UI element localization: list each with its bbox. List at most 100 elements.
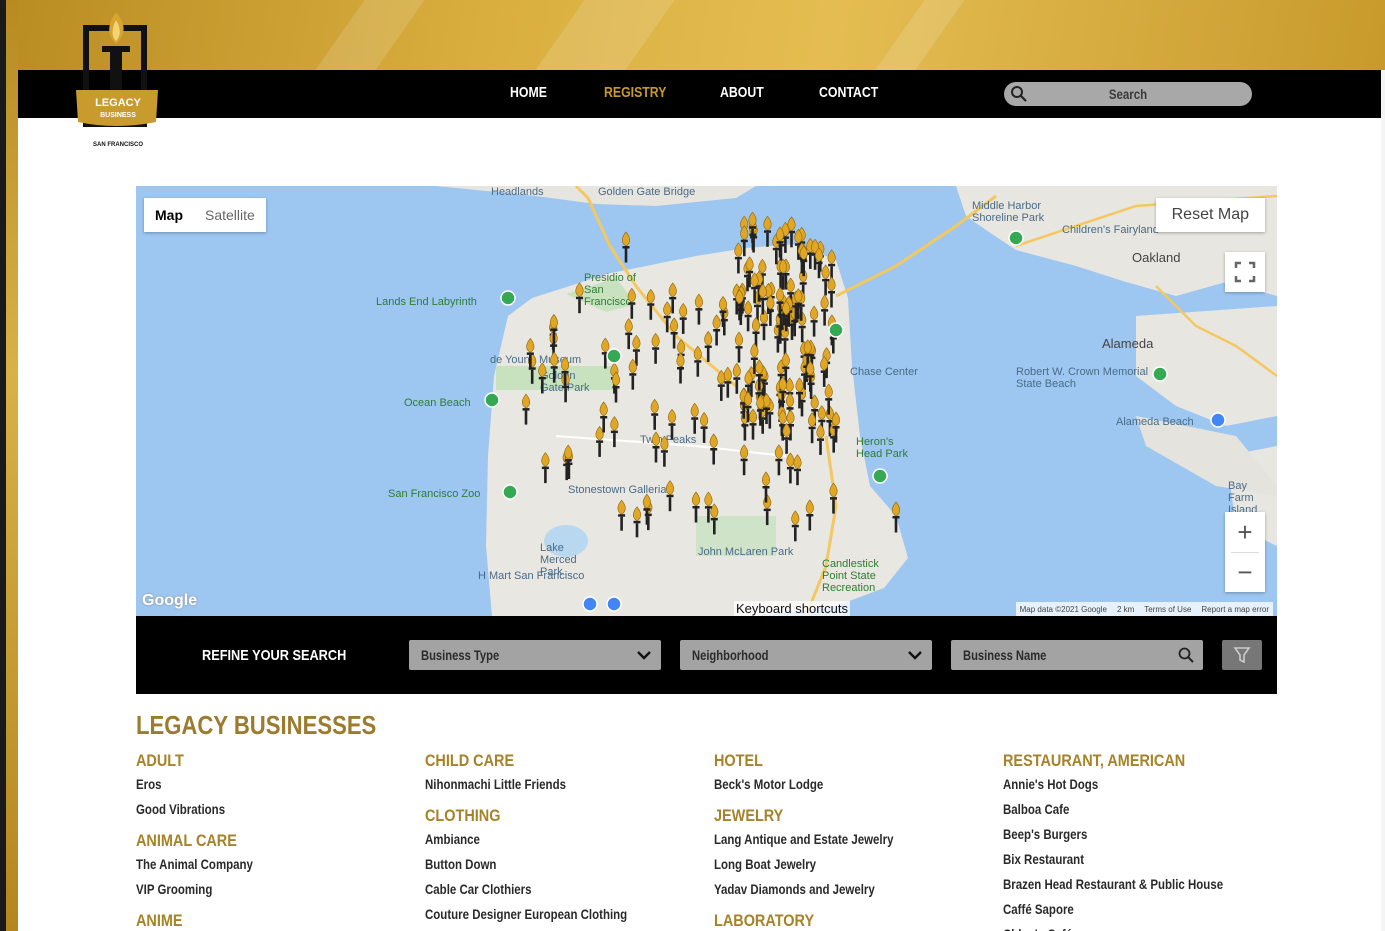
torch-marker-icon[interactable]: [744, 300, 753, 332]
torch-marker-icon[interactable]: [763, 215, 772, 247]
business-link[interactable]: Button Down: [425, 852, 655, 877]
category-title[interactable]: JEWELRY: [714, 805, 952, 827]
poi-pin-icon[interactable]: [500, 290, 516, 306]
torch-marker-icon[interactable]: [891, 501, 901, 533]
poi-pin-icon[interactable]: [606, 596, 622, 612]
business-link[interactable]: Good Vibrations: [136, 797, 366, 822]
torch-marker-icon[interactable]: [808, 412, 817, 444]
torch-marker-icon[interactable]: [595, 425, 604, 457]
torch-marker-icon[interactable]: [732, 362, 741, 394]
business-link[interactable]: Beep's Burgers: [1003, 822, 1233, 847]
business-link[interactable]: Lang Antique and Estate Jewelry: [714, 827, 944, 852]
torch-marker-icon[interactable]: [690, 402, 699, 434]
torch-marker-icon[interactable]: [734, 331, 744, 363]
map-type-map[interactable]: Map: [144, 198, 194, 232]
torch-marker-icon[interactable]: [628, 358, 637, 390]
zoom-in-button[interactable]: +: [1225, 512, 1265, 552]
torch-marker-icon[interactable]: [610, 416, 619, 448]
torch-marker-icon[interactable]: [748, 408, 758, 440]
filter-button[interactable]: [1222, 640, 1262, 670]
business-link[interactable]: Couture Designer European Clothing: [425, 902, 655, 927]
business-link[interactable]: Annie's Hot Dogs: [1003, 772, 1233, 797]
business-link[interactable]: Long Boat Jewelry: [714, 852, 944, 877]
torch-marker-icon[interactable]: [521, 393, 531, 425]
torch-marker-icon[interactable]: [793, 454, 802, 486]
zoom-out-button[interactable]: −: [1225, 552, 1265, 592]
report-map-error-link[interactable]: Report a map error: [1201, 605, 1269, 614]
poi-pin-icon[interactable]: [872, 468, 888, 484]
torch-marker-icon[interactable]: [751, 317, 761, 349]
map-type-satellite[interactable]: Satellite: [194, 198, 266, 232]
torch-marker-icon[interactable]: [766, 294, 775, 326]
category-title[interactable]: HOTEL: [714, 750, 952, 772]
nav-about[interactable]: ABOUT: [720, 84, 764, 101]
torch-marker-icon[interactable]: [709, 433, 718, 465]
torch-marker-icon[interactable]: [791, 510, 800, 542]
business-link[interactable]: Nihonmachi Little Friends: [425, 772, 655, 797]
poi-pin-icon[interactable]: [606, 348, 622, 364]
category-title[interactable]: ANIME: [136, 910, 374, 931]
poi-pin-icon[interactable]: [502, 484, 518, 500]
torch-marker-icon[interactable]: [712, 314, 721, 346]
torch-marker-icon[interactable]: [786, 452, 795, 484]
torch-marker-icon[interactable]: [627, 287, 636, 319]
category-title[interactable]: CHILD CARE: [425, 750, 663, 772]
business-name-input[interactable]: Business Name: [951, 640, 1203, 670]
poi-pin-icon[interactable]: [1210, 412, 1226, 428]
torch-marker-icon[interactable]: [691, 491, 701, 523]
torch-marker-icon[interactable]: [650, 398, 659, 430]
business-link[interactable]: The Animal Company: [136, 852, 366, 877]
poi-pin-icon[interactable]: [484, 392, 500, 408]
business-link[interactable]: Ambiance: [425, 827, 655, 852]
torch-marker-icon[interactable]: [679, 302, 688, 334]
torch-marker-icon[interactable]: [821, 264, 830, 296]
torch-marker-icon[interactable]: [820, 355, 829, 387]
torch-marker-icon[interactable]: [704, 331, 713, 363]
poi-pin-icon[interactable]: [1152, 366, 1168, 382]
torch-marker-icon[interactable]: [820, 294, 829, 326]
torch-marker-icon[interactable]: [758, 283, 767, 315]
fullscreen-button[interactable]: [1225, 252, 1265, 292]
poi-pin-icon[interactable]: [582, 596, 598, 612]
torch-marker-icon[interactable]: [617, 499, 626, 531]
torch-marker-icon[interactable]: [693, 345, 702, 377]
torch-marker-icon[interactable]: [827, 276, 836, 308]
torch-marker-icon[interactable]: [624, 318, 633, 350]
torch-marker-icon[interactable]: [740, 444, 749, 476]
poi-pin-icon[interactable]: [828, 322, 844, 338]
torch-marker-icon[interactable]: [700, 411, 709, 443]
category-title[interactable]: RESTAURANT, AMERICAN: [1003, 750, 1241, 772]
torch-marker-icon[interactable]: [805, 499, 814, 531]
torch-marker-icon[interactable]: [646, 288, 655, 320]
nav-home[interactable]: HOME: [510, 84, 547, 101]
business-link[interactable]: Brazen Head Restaurant & Public House: [1003, 872, 1233, 897]
torch-marker-icon[interactable]: [829, 482, 838, 514]
business-link[interactable]: VIP Grooming: [136, 877, 366, 902]
torch-marker-icon[interactable]: [723, 366, 732, 398]
torch-marker-icon[interactable]: [676, 352, 685, 384]
torch-marker-icon[interactable]: [651, 332, 660, 364]
business-link[interactable]: Beck's Motor Lodge: [714, 772, 944, 797]
keyboard-shortcuts-link[interactable]: Keyboard shortcuts: [734, 601, 851, 616]
nav-contact[interactable]: CONTACT: [819, 84, 878, 101]
torch-marker-icon[interactable]: [632, 506, 642, 538]
torch-marker-icon[interactable]: [670, 317, 679, 349]
torch-marker-icon[interactable]: [810, 305, 819, 337]
category-title[interactable]: CLOTHING: [425, 805, 663, 827]
business-link[interactable]: Caffé Sapore: [1003, 897, 1233, 922]
torch-marker-icon[interactable]: [774, 444, 783, 476]
terms-of-use-link[interactable]: Terms of Use: [1144, 605, 1191, 614]
torch-marker-icon[interactable]: [538, 362, 547, 394]
business-link[interactable]: Chloe's Café: [1003, 922, 1233, 931]
torch-marker-icon[interactable]: [667, 408, 677, 440]
torch-marker-icon[interactable]: [660, 435, 669, 467]
torch-marker-icon[interactable]: [663, 301, 672, 333]
torch-marker-icon[interactable]: [734, 242, 743, 274]
torch-marker-icon[interactable]: [816, 423, 825, 455]
legacy-business-logo[interactable]: LEGACY BUSINESS SAN FRANCISCO: [72, 10, 168, 170]
torch-marker-icon[interactable]: [541, 452, 550, 484]
category-title[interactable]: ADULT: [136, 750, 374, 772]
business-type-select[interactable]: Business Type: [409, 640, 661, 670]
business-map[interactable]: Headlands Golden Gate Bridge Middle Harb…: [136, 186, 1277, 616]
reset-map-button[interactable]: Reset Map: [1155, 198, 1265, 232]
